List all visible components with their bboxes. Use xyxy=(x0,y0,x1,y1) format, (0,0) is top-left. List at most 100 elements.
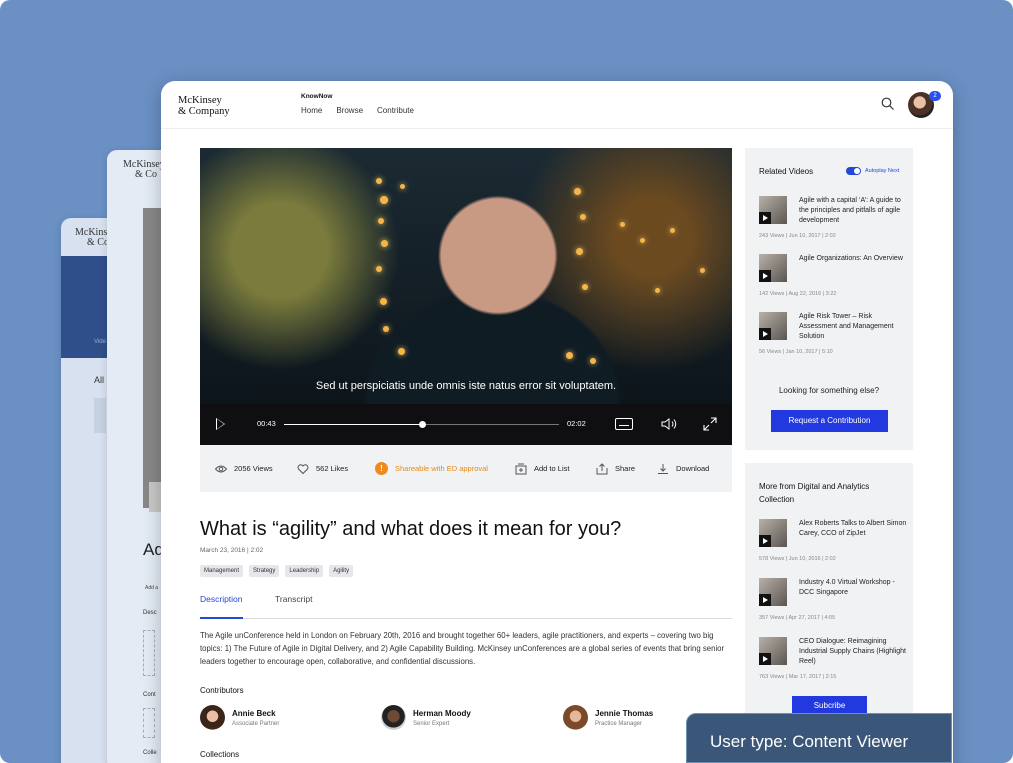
autoplay-label: Autoplay Next xyxy=(865,168,900,174)
description-text: The Agile unConference held in London on… xyxy=(200,631,725,666)
looking-for-text: Looking for something else? xyxy=(778,386,880,395)
bokeh-light xyxy=(566,352,573,359)
progress-fill xyxy=(284,424,422,425)
fullscreen-icon[interactable] xyxy=(703,417,717,431)
video-meta: March 23, 2016 | 2:02 xyxy=(200,547,264,554)
tag-chip[interactable]: Management xyxy=(200,565,244,577)
contributor-avatar xyxy=(200,705,225,730)
bokeh-light xyxy=(620,222,625,227)
search-icon[interactable] xyxy=(881,97,895,111)
bokeh-light xyxy=(380,196,388,204)
like-button[interactable]: 562 Likes xyxy=(297,445,348,492)
video-subtitle: Sed ut perspiciatis unde omnis iste natu… xyxy=(315,380,617,392)
tab-description[interactable]: Description xyxy=(200,594,243,619)
video-thumbnail xyxy=(759,519,787,547)
info-icon: ! xyxy=(375,462,388,475)
tag-chip[interactable]: Strategy xyxy=(249,565,280,577)
request-contribution-button[interactable]: Request a Contribution xyxy=(771,410,888,432)
background-card-all: All xyxy=(94,375,105,385)
video-player[interactable]: Sed ut perspiciatis unde omnis iste natu… xyxy=(200,148,732,445)
stage-background: McKinsey & Co Vide All McKinsey & Co Ad Ad… xyxy=(0,0,1013,763)
collection-video-title[interactable]: CEO Dialogue: Reimagining Industrial Sup… xyxy=(799,637,911,667)
contributor-card[interactable]: Herman Moody Senior Expert xyxy=(381,705,471,730)
nav-home[interactable]: Home xyxy=(301,106,322,115)
contributor-name: Herman Moody xyxy=(413,708,471,718)
bokeh-light xyxy=(580,214,586,220)
add-to-list-label: Add to List xyxy=(534,464,570,473)
background-card-block xyxy=(94,398,106,433)
toggle-switch[interactable] xyxy=(846,167,861,175)
video-thumbnail xyxy=(759,578,787,606)
views-count: 2056 Views xyxy=(234,464,273,473)
share-label: Share xyxy=(615,464,636,473)
heart-icon xyxy=(297,463,309,474)
bokeh-light xyxy=(700,268,705,273)
video-thumbnail xyxy=(759,637,787,665)
collection-heading: More from Digital and Analytics Collecti… xyxy=(759,482,870,504)
tag-list: Management Strategy Leadership Agility xyxy=(200,565,354,577)
play-icon xyxy=(759,212,771,224)
related-video-title[interactable]: Agile Risk Tower – Risk Assessment and M… xyxy=(799,312,911,342)
tab-transcript[interactable]: Transcript xyxy=(275,594,312,619)
collection-video-title[interactable]: Industry 4.0 Virtual Workshop - DCC Sing… xyxy=(799,578,911,598)
collections-heading: Collections xyxy=(200,750,240,759)
bokeh-light xyxy=(400,184,405,189)
captions-icon[interactable] xyxy=(615,418,633,430)
related-video-title[interactable]: Agile Organizations: An Overview xyxy=(799,254,911,264)
collection-video-meta: 763 Views | Mar 17, 2017 | 2:15 xyxy=(759,674,837,680)
share-icon xyxy=(596,462,608,474)
eye-icon xyxy=(215,465,227,472)
notification-badge: 2 xyxy=(929,91,941,101)
background-card-field xyxy=(143,708,155,738)
related-videos-panel: Related Videos Autoplay Next Agile with … xyxy=(745,148,913,450)
mckinsey-logo[interactable]: McKinsey & Company xyxy=(178,95,230,117)
progress-handle[interactable] xyxy=(418,421,426,428)
bokeh-light xyxy=(398,348,405,355)
current-time: 00:43 xyxy=(257,419,276,428)
main-window: McKinsey & Company KnowNow Home Browse C… xyxy=(161,81,953,763)
nav-links: Home Browse Contribute xyxy=(301,106,414,115)
nav-browse[interactable]: Browse xyxy=(336,106,363,115)
bokeh-light xyxy=(380,298,387,305)
nav-contribute[interactable]: Contribute xyxy=(377,106,414,115)
bokeh-light xyxy=(590,358,596,364)
related-video-meta: 142 Views | Aug 22, 2016 | 3:22 xyxy=(759,291,837,297)
background-card-video-label: Vide xyxy=(94,339,106,345)
add-to-list-button[interactable]: Add to List xyxy=(515,445,569,492)
background-card-desc: Desc xyxy=(143,610,157,616)
share-button[interactable]: Share xyxy=(596,445,635,492)
contributor-role: Practice Manager xyxy=(595,720,643,727)
contributor-name: Annie Beck xyxy=(232,708,276,718)
collection-video-title[interactable]: Alex Roberts Talks to Albert Simon Carey… xyxy=(799,519,911,539)
likes-count: 562 Likes xyxy=(316,464,349,473)
progress-track[interactable] xyxy=(284,421,559,428)
collection-video-meta: 578 Views | Jun 10, 2016 | 2:02 xyxy=(759,556,836,562)
play-icon xyxy=(759,653,771,665)
bokeh-light xyxy=(576,248,583,255)
views-stat: 2056 Views xyxy=(215,445,273,492)
play-icon xyxy=(759,328,771,340)
related-video-title[interactable]: Agile with a capital ‘A’: A guide to the… xyxy=(799,196,911,226)
contributor-card[interactable]: Jennie Thomas Practice Manager xyxy=(563,705,653,730)
bokeh-light xyxy=(383,326,389,332)
background-card-logo: McKinsey & Co xyxy=(123,159,165,180)
bokeh-light xyxy=(574,188,581,195)
contributor-card[interactable]: Annie Beck Associate Partner xyxy=(200,705,279,730)
bokeh-light xyxy=(381,240,388,247)
download-button[interactable]: Download xyxy=(657,445,709,492)
video-thumbnail xyxy=(759,196,787,224)
play-icon xyxy=(759,594,771,606)
autoplay-toggle[interactable]: Autoplay Next xyxy=(846,167,899,175)
download-icon xyxy=(658,463,668,474)
tag-chip[interactable]: Leadership xyxy=(285,565,324,577)
tag-chip[interactable]: Agility xyxy=(329,565,354,577)
content-tabs: Description Transcript xyxy=(200,594,732,619)
shareable-label: Shareable with ED approval xyxy=(395,464,488,473)
contributor-role: Associate Partner xyxy=(232,720,280,727)
play-icon[interactable] xyxy=(216,418,225,430)
video-thumbnail xyxy=(759,312,787,340)
bokeh-light xyxy=(376,178,382,184)
top-navigation: McKinsey & Company KnowNow Home Browse C… xyxy=(161,81,953,129)
volume-icon[interactable] xyxy=(661,417,677,431)
video-frame: Sed ut perspiciatis unde omnis iste natu… xyxy=(200,148,732,404)
